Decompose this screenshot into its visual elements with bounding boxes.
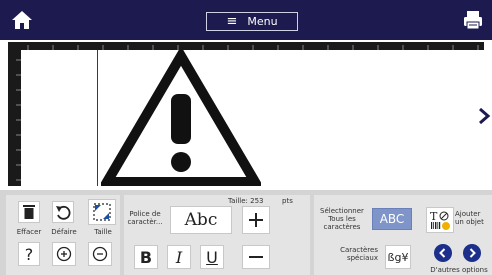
chevron-right-icon[interactable] — [477, 105, 491, 127]
italic-button[interactable]: I — [167, 245, 191, 269]
undo-button[interactable] — [52, 201, 74, 223]
menu-button[interactable]: ≡ Menu — [206, 12, 298, 31]
previous-options-icon[interactable] — [434, 244, 452, 262]
underline-button[interactable]: U — [200, 245, 224, 269]
help-button[interactable]: ? — [18, 242, 40, 266]
minus-icon — [249, 256, 263, 258]
bold-button[interactable]: B — [134, 245, 158, 269]
font-sample: Abc — [184, 210, 218, 230]
next-options-icon[interactable] — [463, 244, 481, 262]
label-divider — [97, 50, 98, 186]
app-window: ≡ Menu Effacer Défaire Taille ? Police d… — [0, 0, 492, 275]
trash-icon — [23, 205, 35, 219]
size-label: Taille — [94, 228, 112, 236]
select-all-button[interactable]: ABC — [372, 208, 412, 230]
more-options-label: D'autres options — [430, 266, 488, 274]
zoom-out-button[interactable] — [88, 242, 112, 266]
horizontal-ruler — [8, 42, 484, 50]
warning-triangle-icon[interactable] — [101, 50, 261, 186]
special-chars-button[interactable]: ßg¥ — [385, 245, 411, 269]
delete-label: Effacer — [16, 228, 42, 236]
font-label: Police de caractèr... — [127, 210, 163, 227]
size-value: Taille: 253 — [228, 197, 264, 205]
question-icon: ? — [24, 244, 34, 264]
underline-label: U — [206, 247, 218, 267]
size-unit: pts — [282, 197, 293, 205]
hamburger-icon: ≡ — [226, 14, 238, 29]
svg-text:T: T — [430, 210, 438, 223]
select-all-sample: ABC — [379, 212, 405, 226]
special-chars-label: Caractères spéciaux — [340, 246, 378, 263]
decrease-size-button[interactable] — [242, 245, 270, 269]
resize-icon — [93, 203, 111, 221]
size-button[interactable] — [88, 199, 116, 225]
font-picker-button[interactable]: Abc — [170, 206, 232, 234]
zoom-in-icon — [56, 246, 72, 262]
undo-label: Défaire — [51, 228, 77, 236]
plus-icon — [249, 213, 263, 227]
select-all-label: Sélectionner Tous les caractères — [320, 207, 364, 232]
zoom-out-icon — [92, 246, 108, 262]
bottom-toolbar: Effacer Défaire Taille ? Police de carac… — [0, 190, 492, 275]
top-bar: ≡ Menu — [0, 0, 492, 40]
add-object-label: Ajouter un objet — [455, 210, 484, 227]
menu-label: Menu — [247, 15, 278, 28]
zoom-in-button[interactable] — [52, 242, 76, 266]
add-object-icon: T — [430, 210, 450, 230]
add-object-button[interactable]: T — [426, 207, 454, 233]
vertical-ruler — [8, 50, 21, 186]
delete-button[interactable] — [18, 201, 40, 223]
undo-icon — [56, 205, 71, 220]
home-icon[interactable] — [10, 8, 34, 32]
printer-icon[interactable] — [462, 9, 484, 31]
increase-size-button[interactable] — [242, 206, 270, 234]
special-chars-icon: ßg¥ — [387, 250, 409, 264]
bold-label: B — [139, 247, 153, 267]
italic-label: I — [175, 247, 183, 267]
